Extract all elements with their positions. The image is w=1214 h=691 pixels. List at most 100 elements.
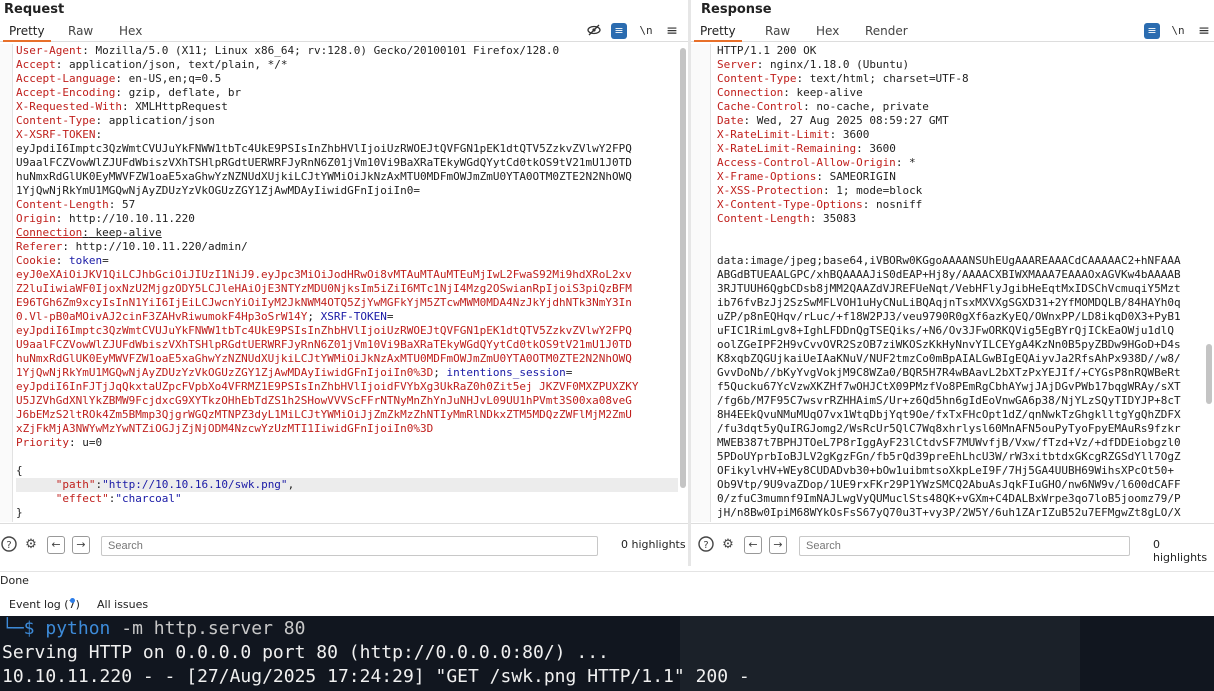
response-body-line: xfj/WZBOmQc/jUXdOu0khIYhA4F9/R4xxwZgAAAD… <box>717 520 1187 522</box>
response-body-line: OFikylvHV+WEy8CUDADvb30+bOw1uibmtsoXkpLe… <box>717 464 1174 477</box>
header-name: X-RateLimit-Remaining <box>717 142 857 155</box>
response-body-line: f5Qucku67YcVzwXKZHf7wOHJCtX09PMzfVo8PEmR… <box>717 380 1181 393</box>
header-name: Cache-Control <box>717 100 804 113</box>
response-search-input[interactable] <box>799 536 1130 556</box>
help-icon[interactable]: ? <box>697 536 715 554</box>
response-editor[interactable]: 1HTTP/1.1 200 OK 2Server: nginx/1.18.0 (… <box>691 44 1214 522</box>
header-name: X-Frame-Options <box>717 170 817 183</box>
status-line: HTTP/1.1 200 OK <box>717 44 817 57</box>
header-name: X-Content-Type-Options <box>717 198 863 211</box>
cookie-value: E96TGh6Zm9xcyIsInN1YiI6IjEiLCJwcnYiOiIyM… <box>16 296 632 309</box>
request-code: 3User-Agent: Mozilla/5.0 (X11; Linux x86… <box>16 44 678 520</box>
header-name: Accept-Language <box>16 72 116 85</box>
response-body-line: jH/n8Bw0IpiM68WYkOsFsS67yQ70u3T+vy3P/2W5… <box>717 506 1181 519</box>
header-value: text/html; charset=UTF-8 <box>803 72 969 85</box>
menu-icon[interactable]: ≡ <box>1196 23 1212 39</box>
next-arrow-icon[interactable]: → <box>72 536 90 554</box>
json-value: "charcoal" <box>115 492 182 505</box>
menu-icon[interactable]: ≡ <box>664 23 680 39</box>
header-value: application/json, text/plain, */* <box>62 58 288 71</box>
cookie-value: xZjFkMjA3NWYwMzYwNTZiOGJjZjNjODM4NzcwYzU… <box>16 422 434 435</box>
cookie-key: intentions_session <box>446 366 566 379</box>
help-icon[interactable]: ? <box>0 536 18 554</box>
status-text: Done <box>0 574 29 587</box>
response-body-line: uZP/p8nEQHqv/rLuc/+f18W2PJ3/veu9790R0gXf… <box>717 310 1181 323</box>
all-issues-tab[interactable]: All issues <box>97 598 148 611</box>
header-value: Mozilla/5.0 (X11; Linux x86_64; rv:128.0… <box>88 44 560 57</box>
header-value: nosniff <box>869 198 923 211</box>
status-bar: Done <box>0 571 1214 589</box>
header-value: 1; mode=block <box>829 184 923 197</box>
header-name: X-RateLimit-Limit <box>717 128 830 141</box>
cookie-value: huNmxRdGlUK0EyMWVFZW1oaE5xaGhwYzNZNUdXUj… <box>16 352 632 365</box>
tab-render[interactable]: Render <box>859 20 914 42</box>
header-name: Content-Type <box>16 114 96 127</box>
previous-arrow-icon[interactable]: ← <box>47 536 65 554</box>
header-name: Connection <box>16 226 83 239</box>
newline-toggle-icon[interactable]: \n <box>638 23 654 39</box>
wrap-lines-icon[interactable]: ≡ <box>1144 23 1160 39</box>
request-search-input[interactable] <box>101 536 598 556</box>
response-body-line: 8H4EEkQvuNMuMUqO7vx1WtqDbjYqt9Oe/fxTxFHc… <box>717 408 1181 421</box>
tab-pretty[interactable]: Pretty <box>694 20 742 42</box>
settings-gear-icon[interactable]: ⚙ <box>22 536 40 554</box>
header-value: 57 <box>115 198 136 211</box>
cookie-value: U5JZVhGdXNlYkZBMW9FcjdxcG9XYTkzOHhEbTdZS… <box>16 394 632 407</box>
wrap-lines-icon[interactable]: ≡ <box>611 23 627 39</box>
header-value: u=0 <box>75 436 103 449</box>
header-value: nginx/1.18.0 (Ubuntu) <box>763 58 910 71</box>
tab-raw[interactable]: Raw <box>759 20 796 42</box>
header-name: Server <box>717 58 757 71</box>
json-key: "effect" <box>55 492 109 505</box>
json-value: "http://10.10.16.10/swk.png" <box>102 478 288 491</box>
header-name: X-XSS-Protection <box>717 184 823 197</box>
tab-hex[interactable]: Hex <box>810 20 845 42</box>
hide-nonprintable-icon[interactable] <box>586 23 602 39</box>
terminal-args: -m http.server 80 <box>110 618 306 639</box>
header-value: 35083 <box>816 212 857 225</box>
tab-hex[interactable]: Hex <box>113 20 148 42</box>
header-value: en-US,en;q=0.5 <box>121 72 222 85</box>
request-editor[interactable]: 3User-Agent: Mozilla/5.0 (X11; Linux x86… <box>0 44 688 522</box>
response-code: 1HTTP/1.1 200 OK 2Server: nginx/1.18.0 (… <box>717 44 1204 522</box>
header-value: 3600 <box>862 142 896 155</box>
cookie-value: 1YjQwNjRkYmU1MGQwNjAyZDUzYzVkOGUzZGY1ZjA… <box>16 366 434 379</box>
header-name: Priority <box>16 436 69 449</box>
terminal-command: python <box>45 618 111 639</box>
next-arrow-icon[interactable]: → <box>769 536 787 554</box>
request-pane: Request Pretty Raw Hex ≡ \n ≡ 3User-Agen… <box>0 0 688 566</box>
request-tabs: Pretty Raw Hex ≡ \n ≡ <box>0 20 688 42</box>
header-value: keep-alive <box>789 86 863 99</box>
header-value: * <box>902 156 916 169</box>
xsrf-value: U9aalFCZVowWlZJUFdWbiszVXhTSHlpRGdtUERWR… <box>16 156 632 169</box>
response-highlight-count: 0 highlights <box>1153 538 1208 564</box>
bottom-tabs: Event log (7) All issues <box>0 594 1214 616</box>
request-scrollbar[interactable] <box>680 44 686 522</box>
json-brace: } <box>16 506 23 519</box>
header-value: http://10.10.11.220/admin/ <box>68 240 248 253</box>
header-value: gzip, deflate, br <box>121 86 242 99</box>
header-name: X-XSRF-TOKEN <box>16 128 96 141</box>
json-brace: { <box>16 464 23 477</box>
svg-text:?: ? <box>6 540 11 551</box>
response-body-line: 0/zfuC3mumnf9ImNAJLwgVyQUMuclSts48QK+vGX… <box>717 492 1181 505</box>
response-scrollbar[interactable] <box>1206 44 1212 522</box>
response-body-line: /fg6b/M7F95C7wsvrRZHHAimS/Ur+z6Qd5hn6gId… <box>717 394 1181 407</box>
header-name: Accept <box>16 58 56 71</box>
previous-arrow-icon[interactable]: ← <box>744 536 762 554</box>
tab-pretty[interactable]: Pretty <box>3 20 51 42</box>
response-body-line: MWEB387t7BPHJTOeL7P8rIggAyF23lCtdvSF7MUW… <box>717 436 1181 449</box>
header-name: X-Requested-With <box>16 100 122 113</box>
response-title: Response <box>701 2 772 17</box>
cookie-value: 0.Vl-pB0aMOivAJ2cinF3ZAHvRiwumokF4Hp3oSr… <box>16 310 308 323</box>
response-pane: Response Pretty Raw Hex Render ≡ \n ≡ 1H… <box>691 0 1214 566</box>
terminal[interactable]: └─$ python -m http.server 80 Serving HTT… <box>0 616 1214 691</box>
response-tabs: Pretty Raw Hex Render ≡ \n ≡ <box>691 20 1214 42</box>
request-searchbar: ? ⚙ ← → 0 highlights <box>0 523 688 566</box>
settings-gear-icon[interactable]: ⚙ <box>719 536 737 554</box>
newline-toggle-icon[interactable]: \n <box>1170 23 1186 39</box>
header-name: User-Agent <box>16 44 83 57</box>
xsrf-value: eyJpdiI6Imptc3QzWmtCVUJuYkFNWW1tbTc4UkE9… <box>16 142 632 155</box>
tab-raw[interactable]: Raw <box>62 20 99 42</box>
header-value: http://10.10.11.220 <box>62 212 195 225</box>
